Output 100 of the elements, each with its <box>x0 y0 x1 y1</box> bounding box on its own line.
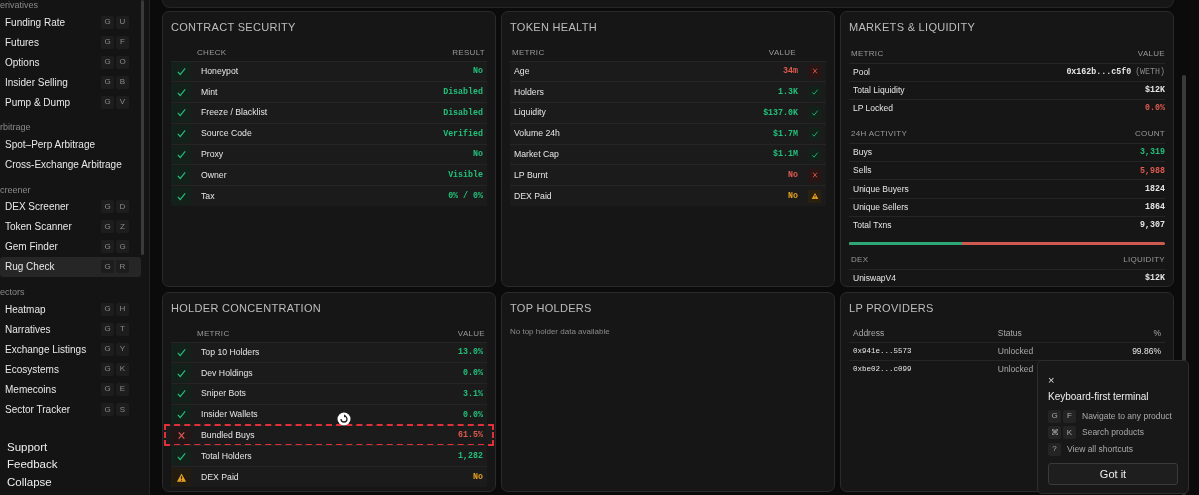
sidebar-item[interactable]: Narratives G T <box>0 319 141 340</box>
card-title: MARKETS & LIQUIDITY <box>849 20 977 35</box>
status-cell-text: Unlocked <box>997 363 1035 377</box>
section-label: ectors <box>0 287 26 300</box>
sidebar-item[interactable]: Spot–Perp Arbitrage <box>0 134 141 155</box>
result-value: Verified <box>443 127 484 140</box>
shortcut-key: G <box>101 15 114 29</box>
metric-value: 1.3K <box>778 85 798 98</box>
sidebar-item[interactable]: Heatmap G H <box>0 299 141 320</box>
result-value: No <box>473 65 484 78</box>
check-name: Tax <box>200 189 216 203</box>
percent-cell-text: 99.86% <box>1131 344 1161 358</box>
rotate-handle-icon[interactable] <box>337 411 351 426</box>
result-value: No <box>473 148 484 161</box>
metric-name: Volume 24h <box>513 127 561 141</box>
check-name: Proxy <box>200 148 225 162</box>
metric-name: Age <box>513 64 531 78</box>
shortcut-key: G <box>101 260 114 274</box>
sidebar-item[interactable]: Sector Tracker G S <box>0 399 141 420</box>
sidebar-item[interactable]: Cross-Exchange Arbitrage <box>0 154 141 175</box>
shortcut-key: Z <box>116 220 129 234</box>
sidebar-item[interactable]: Memecoins G E <box>0 379 141 400</box>
metric-value: No <box>788 189 798 202</box>
scrollbar[interactable] <box>141 0 144 255</box>
shortcut-key: S <box>116 403 129 417</box>
shortcut-key: ? <box>1048 442 1061 456</box>
table-row[interactable]: Top 10 Holders 13.0% <box>171 341 487 363</box>
shortcut-key: V <box>116 95 129 109</box>
sidebar-link[interactable]: Support <box>0 438 149 456</box>
sidebar-item[interactable]: Insider Selling G B <box>0 72 141 93</box>
sidebar-link[interactable]: Feedback <box>0 456 149 474</box>
section-label: creener <box>0 184 32 197</box>
metric-value: 34m <box>783 65 798 78</box>
item-label: Options <box>5 55 40 70</box>
table-row[interactable]: Dev Holdings 0.0% <box>171 362 487 384</box>
sidebar-item[interactable]: Exchange Listings G Y <box>0 339 141 360</box>
column-header: METRIC <box>511 46 546 59</box>
shortcut-key: B <box>116 75 129 89</box>
token-suffix: (WETH) <box>1135 65 1165 78</box>
metric-name: Sells <box>852 164 873 178</box>
item-label: Futures <box>5 35 39 50</box>
got-it-button[interactable]: Got it <box>1048 462 1178 485</box>
shortcut-text: Navigate to any product <box>1082 409 1172 423</box>
metric-name: Liquidity <box>513 106 547 120</box>
sidebar-item[interactable]: Pump & Dump G V <box>0 92 141 113</box>
shortcut-key: G <box>101 200 114 214</box>
shortcut-key: O <box>116 55 129 69</box>
sidebar-link[interactable]: Collapse <box>0 473 149 491</box>
metric-value: 9,307 <box>1140 219 1165 232</box>
shortcut-key: K <box>1063 426 1076 440</box>
shortcut-key: G <box>101 362 114 376</box>
sidebar-item[interactable]: Ecosystems G K <box>0 359 141 380</box>
close-button[interactable]: × <box>1048 375 1058 386</box>
shortcut-key: E <box>116 382 129 396</box>
sidebar-item[interactable]: Rug Check G R <box>0 256 141 278</box>
metric-value: 1864 <box>1145 201 1165 213</box>
item-label: Pump & Dump <box>5 95 71 110</box>
result-value: Disabled <box>443 106 484 119</box>
column-header: COUNT <box>1135 128 1165 141</box>
metric-value: 0.0% <box>1145 102 1165 115</box>
item-label: Funding Rate <box>5 15 66 30</box>
check-name: Mint <box>200 85 219 99</box>
metric-value: No <box>788 169 798 182</box>
metric-name: UniswapV4 <box>852 272 897 285</box>
sidebar-item[interactable]: Gem Finder G G <box>0 236 141 257</box>
sidebar-item[interactable]: Options G O <box>0 52 141 73</box>
check-name: Freeze / Blacklist <box>200 106 269 120</box>
metric-value: $12K <box>1145 84 1165 97</box>
item-label: DEX Screener <box>5 200 69 215</box>
shortcut-key: G <box>101 302 114 316</box>
table-row[interactable]: Sniper Bots 3.1% <box>171 383 487 404</box>
column-header: % <box>1152 327 1161 340</box>
shortcut-key: G <box>101 322 114 336</box>
sidebar-item[interactable]: DEX Screener G D <box>0 196 141 217</box>
metric-value: 3,319 <box>1140 146 1165 159</box>
table-row[interactable]: Total Holders 1,282 <box>171 445 487 467</box>
table-row[interactable]: DEX Paid No <box>171 466 487 488</box>
metric-value: 0x162b...c5f0 <box>1066 65 1132 78</box>
column-header: VALUE <box>768 46 797 59</box>
item-label: Token Scanner <box>5 220 72 235</box>
section-label: rbitrage <box>0 122 32 135</box>
column-header: Address <box>853 327 886 340</box>
item-label: Gem Finder <box>5 240 58 255</box>
column-header: Status <box>997 327 1023 340</box>
result-value: 0% / 0% <box>448 189 484 202</box>
sidebar-item[interactable]: Token Scanner G Z <box>0 216 141 237</box>
shortcut-text: View all shortcuts <box>1067 442 1133 456</box>
check-name: Honeypot <box>200 64 240 78</box>
status-cell-text: Unlocked <box>997 344 1035 358</box>
metric-name: Buys <box>852 146 873 160</box>
check-name: Owner <box>200 168 228 182</box>
shortcut-key: T <box>116 322 129 336</box>
metric-name: Unique Sellers <box>852 200 910 214</box>
sidebar-item[interactable]: Futures G F <box>0 32 141 53</box>
table-row[interactable]: Bundled Buys 61.5% <box>165 424 493 446</box>
sidebar-item[interactable]: Funding Rate G U <box>0 12 141 33</box>
shortcut-key: G <box>116 240 129 254</box>
metric-value: 1824 <box>1145 182 1165 195</box>
metric-name: Total Txns <box>852 219 893 232</box>
shortcut-key: G <box>101 342 114 356</box>
